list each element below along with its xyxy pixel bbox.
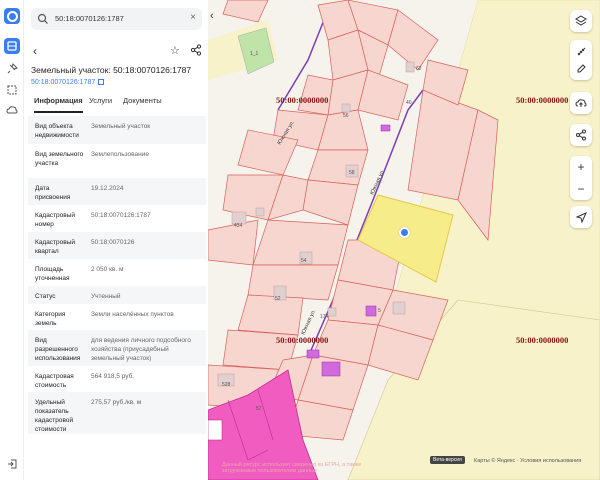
zoom-control: + − bbox=[570, 156, 592, 200]
row-key: Площадь уточненная bbox=[35, 266, 70, 282]
tab-bar: Информация Услуги Документы bbox=[31, 96, 206, 114]
table-row: Категория земель Земли населённых пунктов bbox=[28, 304, 206, 330]
table-row: Вид земельного участка Землепользование bbox=[28, 144, 206, 178]
locate-arrow-icon[interactable] bbox=[570, 206, 592, 228]
row-value: 50:18:0070126:1787 bbox=[91, 212, 151, 219]
row-value: Земли населённых пунктов bbox=[91, 311, 174, 318]
row-key: Удельный показатель кадастровой стоимост… bbox=[35, 399, 74, 433]
pin-tool-icon[interactable] bbox=[4, 60, 20, 76]
street-label: Южная ул. bbox=[300, 308, 317, 336]
info-panel: 50:18:0070126:1787 × ‹ ☆ Земельный участ… bbox=[25, 0, 208, 480]
row-value: 275,57 руб./кв. м bbox=[91, 399, 142, 406]
row-value: 50:18:0070126 bbox=[91, 239, 135, 246]
district-label: 50:00:0000000 bbox=[516, 335, 569, 345]
parcel-number: 58 bbox=[349, 170, 355, 176]
table-row: Удельный показатель кадастровой стоимост… bbox=[28, 392, 206, 434]
cadastral-number-link[interactable]: 50:18:0070126:1787 bbox=[31, 79, 105, 86]
chevron-left-icon[interactable]: ‹ bbox=[210, 10, 214, 22]
parcel-number: 52 bbox=[275, 296, 281, 302]
ruler-icon[interactable] bbox=[576, 46, 587, 57]
district-label: 50:00:0000000 bbox=[276, 95, 329, 105]
upload-icon[interactable] bbox=[570, 92, 592, 114]
map-canvas[interactable]: 1_1 62 40 56 58 434 54 52 57 174 528 5 Ю… bbox=[208, 0, 600, 480]
row-value: для ведения личного подсобного хозяйства… bbox=[91, 337, 191, 362]
left-rail bbox=[0, 0, 24, 480]
table-row: Вид объекта недвижимости Земельный участо… bbox=[28, 116, 206, 144]
info-table: Вид объекта недвижимости Земельный участо… bbox=[28, 116, 206, 434]
tab-documents[interactable]: Документы bbox=[123, 96, 162, 111]
white-parcel bbox=[208, 419, 223, 441]
row-key: Кадастровый квартал bbox=[35, 239, 76, 255]
map-attribution[interactable]: Карты © Яндекс · Условия использования bbox=[474, 458, 581, 464]
logout-icon[interactable] bbox=[4, 456, 20, 472]
row-key: Категория земель bbox=[35, 311, 66, 327]
table-row: Дата присвоения 19.12.2024 bbox=[28, 178, 206, 205]
parcel-number: 5 bbox=[378, 308, 381, 314]
search-icon[interactable] bbox=[37, 13, 49, 25]
parcel-number: 434 bbox=[234, 223, 243, 229]
row-value: 19.12.2024 bbox=[91, 185, 124, 192]
row-value: 564 918,5 руб. bbox=[91, 373, 135, 380]
table-row: Кадастровый квартал 50:18:0070126 bbox=[28, 232, 206, 259]
tab-info[interactable]: Информация bbox=[34, 96, 83, 113]
parcel-number: 54 bbox=[301, 258, 307, 264]
parcel-number: 528 bbox=[222, 382, 231, 388]
layers-icon[interactable] bbox=[570, 10, 592, 32]
row-key: Дата присвоения bbox=[35, 185, 71, 201]
tab-services[interactable]: Услуги bbox=[89, 96, 112, 111]
close-icon[interactable]: × bbox=[190, 12, 196, 23]
map-mode-icon[interactable] bbox=[4, 38, 20, 54]
table-row: Кадастровая стоимость 564 918,5 руб. bbox=[28, 366, 206, 392]
page-title: Земельный участок: 50:18:0070126:1787 bbox=[31, 65, 192, 75]
row-key: Кадастровая стоимость bbox=[35, 373, 74, 389]
district-label: 50:00:0000000 bbox=[516, 95, 569, 105]
beta-badge: Вета-версия bbox=[430, 456, 465, 464]
minus-icon[interactable]: − bbox=[570, 178, 592, 200]
plus-icon[interactable]: + bbox=[570, 156, 592, 178]
parcel-number: 57 bbox=[256, 406, 262, 412]
row-key: Кадастровый номер bbox=[35, 212, 76, 228]
row-key: Вид разрешенного использования bbox=[35, 337, 81, 362]
select-area-icon[interactable] bbox=[4, 82, 20, 98]
table-row: Кадастровый номер 50:18:0070126:1787 bbox=[28, 205, 206, 232]
cloud-icon[interactable] bbox=[4, 102, 20, 118]
row-key: Статус bbox=[35, 293, 56, 300]
table-row: Статус Учтенный bbox=[28, 286, 206, 304]
parcel-number: 40 bbox=[406, 100, 412, 106]
parcel-number: 1_1 bbox=[250, 51, 259, 57]
parcel-number: 62 bbox=[416, 66, 422, 72]
location-pin-icon[interactable] bbox=[399, 227, 410, 238]
row-value: Учтенный bbox=[91, 293, 121, 300]
table-row: Вид разрешенного использования для ведени… bbox=[28, 330, 206, 366]
edit-icon[interactable] bbox=[576, 63, 587, 74]
star-icon[interactable]: ☆ bbox=[170, 44, 180, 57]
cadastral-number-text[interactable]: 50:18:0070126:1787 bbox=[31, 79, 95, 86]
row-value: Землепользование bbox=[91, 151, 149, 158]
search-input[interactable]: 50:18:0070126:1787 bbox=[55, 14, 124, 23]
district-label: 50:00:0000000 bbox=[276, 335, 329, 345]
row-key: Вид объекта недвижимости bbox=[35, 123, 79, 139]
street-label: Южная ул. bbox=[369, 168, 386, 196]
app-logo-icon[interactable] bbox=[4, 8, 20, 24]
data-notice: Данный ресурс использует сведения из ЕГР… bbox=[222, 462, 362, 474]
cadastral-map[interactable]: 1_1 62 40 56 58 434 54 52 57 174 528 5 Ю… bbox=[208, 0, 600, 480]
search-box[interactable]: 50:18:0070126:1787 × bbox=[31, 8, 202, 30]
row-value: Земельный участок bbox=[91, 123, 151, 130]
copy-icon[interactable] bbox=[98, 79, 105, 86]
row-key: Вид земельного участка bbox=[35, 151, 84, 167]
parcel-number: 174 bbox=[320, 314, 329, 320]
parcel-number: 56 bbox=[343, 113, 349, 119]
share-icon[interactable] bbox=[190, 44, 202, 56]
measure-tools bbox=[570, 40, 592, 80]
table-row: Площадь уточненная 2 050 кв. м bbox=[28, 259, 206, 286]
share-network-icon[interactable] bbox=[570, 124, 592, 146]
chevron-left-icon[interactable]: ‹ bbox=[33, 44, 37, 58]
row-value: 2 050 кв. м bbox=[91, 266, 124, 273]
